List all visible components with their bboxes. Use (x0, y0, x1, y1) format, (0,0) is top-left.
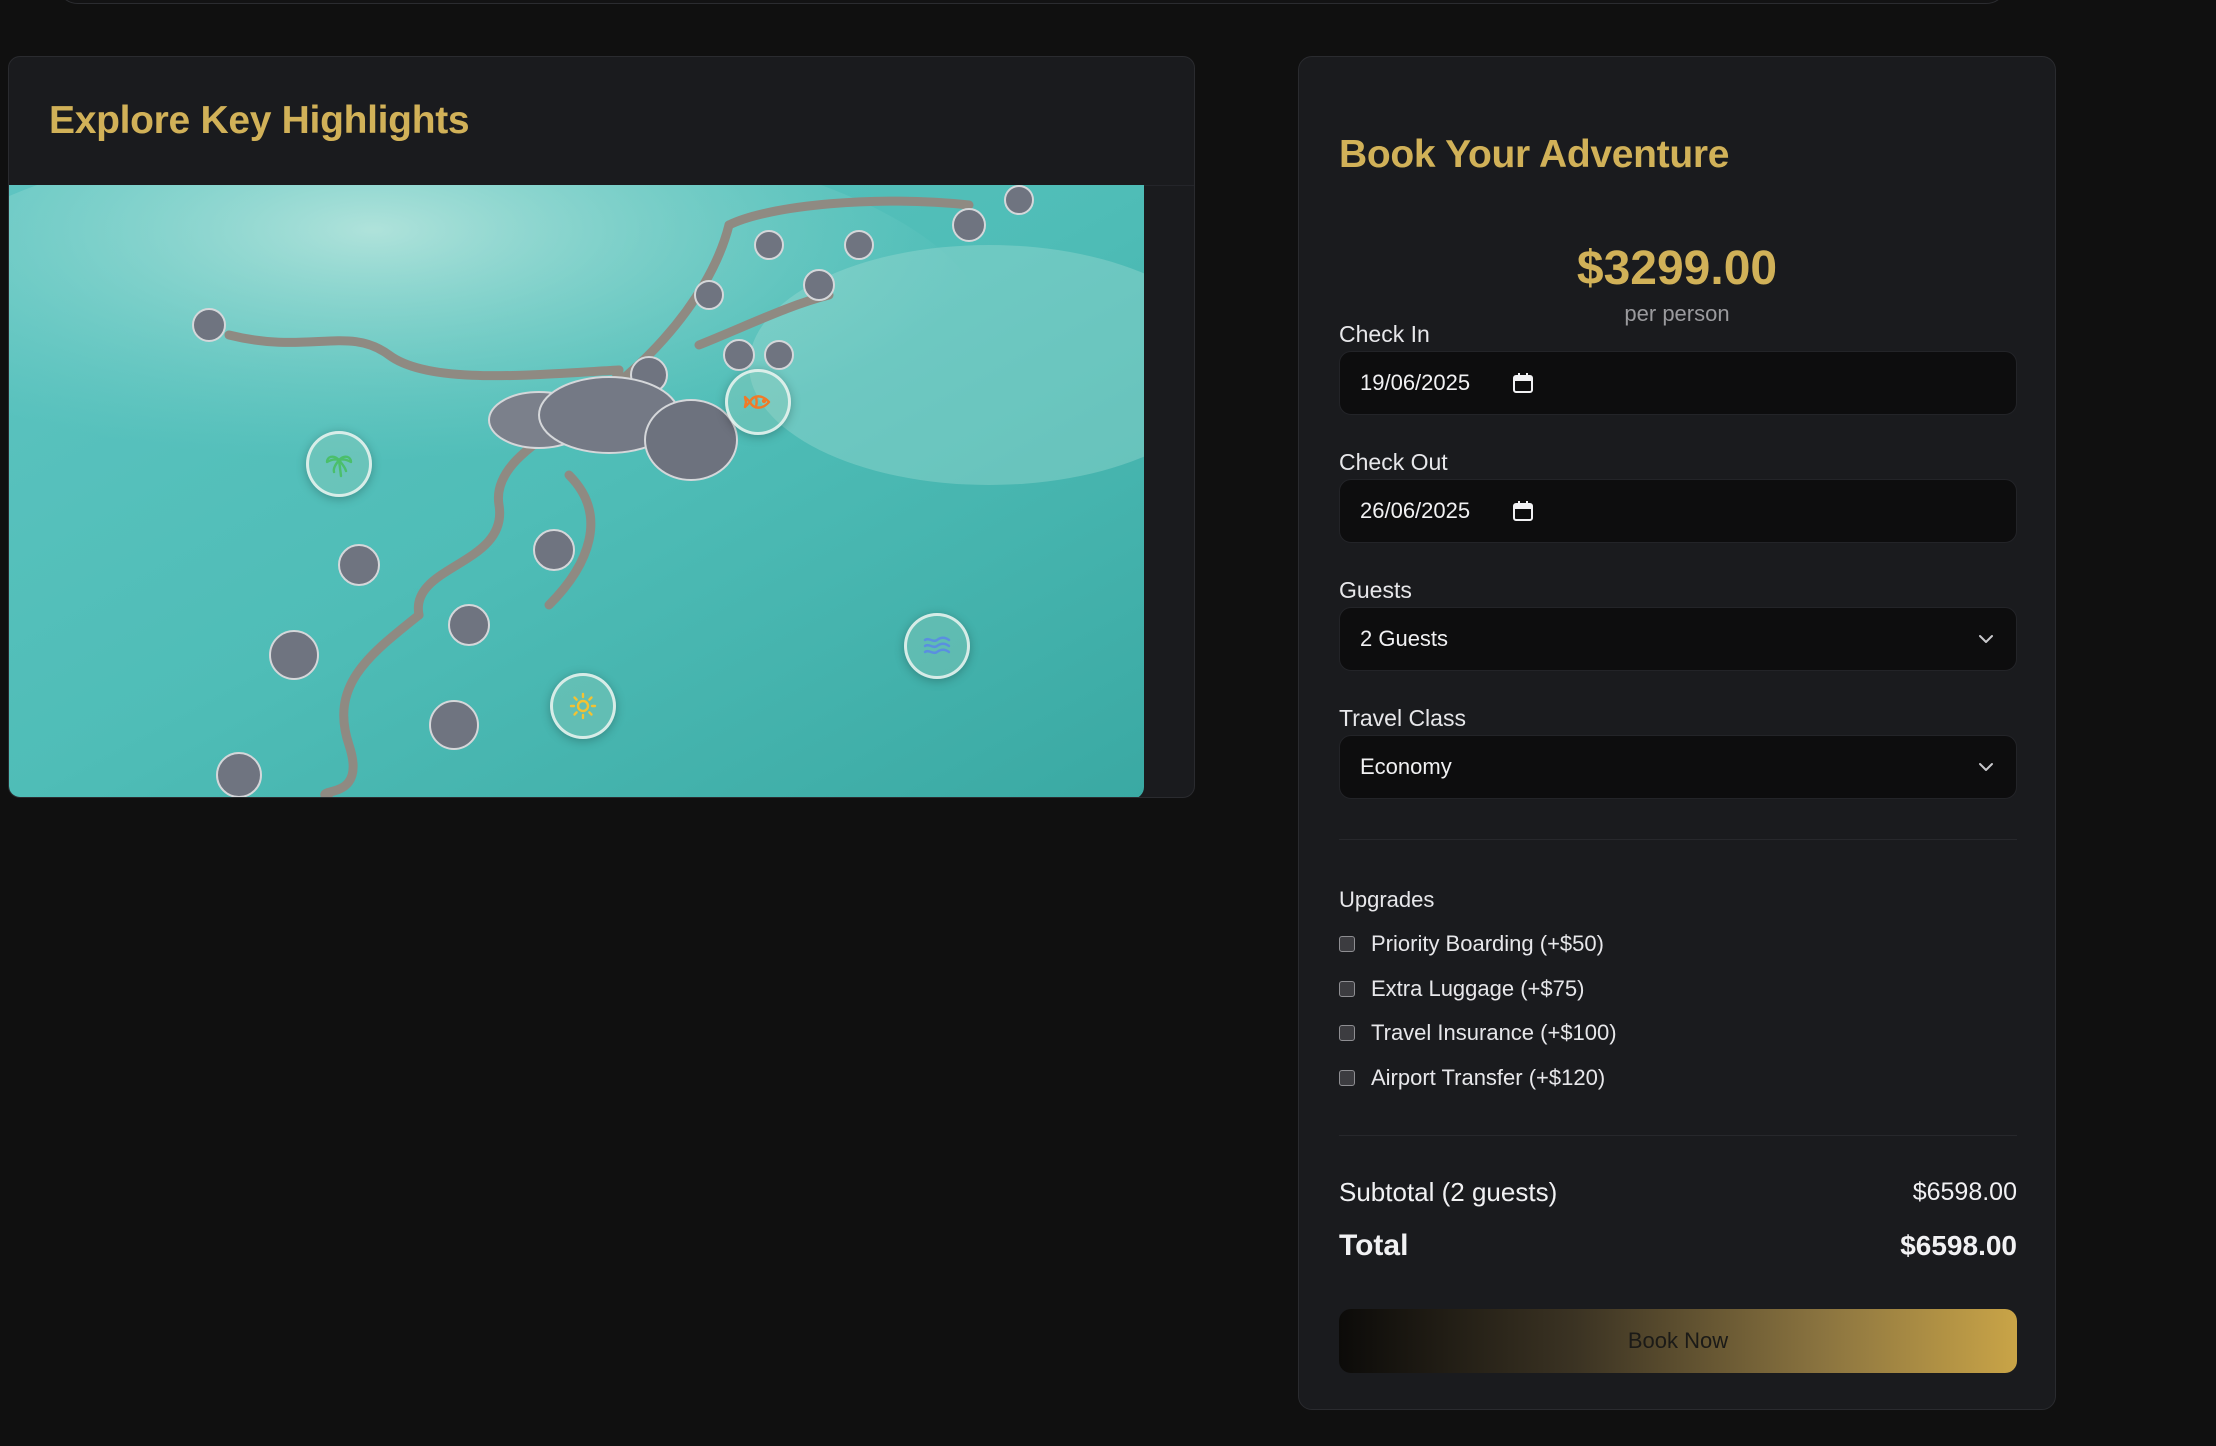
checkbox[interactable] (1339, 1025, 1355, 1041)
upgrade-extra-luggage[interactable]: Extra Luggage (+$75) (1339, 976, 1584, 1002)
top-search-bar[interactable] (56, 0, 2008, 4)
calendar-icon[interactable] (1512, 500, 1534, 522)
highlights-title: Explore Key Highlights (49, 99, 470, 142)
checkbox[interactable] (1339, 936, 1355, 952)
check-in-date-input[interactable]: 19/06/2025 (1339, 351, 2017, 415)
checkbox[interactable] (1339, 1070, 1355, 1086)
check-out-label: Check Out (1339, 449, 1448, 475)
waves-icon (923, 636, 951, 655)
sun-icon (569, 692, 597, 720)
upgrade-label: Extra Luggage (+$75) (1371, 976, 1585, 1001)
upgrade-label: Travel Insurance (+$100) (1371, 1020, 1617, 1045)
upgrades-label: Upgrades (1339, 887, 1435, 912)
total-row: Total $6598.00 (1339, 1229, 2017, 1263)
travel-class-select[interactable]: Economy (1339, 735, 2017, 799)
resort-aerial-image (9, 185, 1144, 797)
upgrade-label: Airport Transfer (+$120) (1371, 1065, 1606, 1090)
upgrade-priority-boarding[interactable]: Priority Boarding (+$50) (1339, 931, 1604, 957)
upgrade-travel-insurance[interactable]: Travel Insurance (+$100) (1339, 1020, 1617, 1046)
subtotal-row: Subtotal (2 guests) $6598.00 (1339, 1177, 2017, 1208)
guests-select[interactable]: 2 Guests (1339, 607, 2017, 671)
fish-hotspot[interactable] (725, 369, 791, 435)
check-out-value: 26/06/2025 (1360, 498, 1471, 523)
highlights-header: Explore Key Highlights (9, 57, 1194, 186)
check-in-label: Check In (1339, 321, 1430, 347)
travel-class-value: Economy (1360, 754, 1452, 779)
checkbox[interactable] (1339, 981, 1355, 997)
price-value: $3299.00 (1576, 242, 1778, 295)
check-out-date-input[interactable]: 26/06/2025 (1339, 479, 2017, 543)
book-now-button[interactable]: Book Now (1339, 1309, 2017, 1373)
total-value: $6598.00 (1900, 1230, 2017, 1261)
waves-hotspot[interactable] (904, 613, 970, 679)
travel-class-label: Travel Class (1339, 705, 1466, 731)
guests-value: 2 Guests (1360, 626, 1449, 651)
palm-tree-icon (325, 455, 353, 478)
total-label: Total (1339, 1229, 1409, 1262)
check-in-value: 19/06/2025 (1360, 370, 1471, 395)
highlights-card: Explore Key Highlights (8, 56, 1195, 798)
upgrade-airport-transfer[interactable]: Airport Transfer (+$120) (1339, 1065, 1605, 1091)
divider (1339, 1135, 2017, 1136)
fish-icon (743, 395, 771, 409)
upgrade-label: Priority Boarding (+$50) (1371, 931, 1604, 956)
calendar-icon[interactable] (1512, 372, 1534, 394)
subtotal-value: $6598.00 (1912, 1178, 2017, 1206)
guests-label: Guests (1339, 577, 1412, 603)
chevron-down-icon (1976, 629, 1996, 649)
sun-hotspot[interactable] (550, 673, 616, 739)
divider (1339, 839, 2017, 840)
booking-title: Book Your Adventure (1339, 133, 1730, 176)
subtotal-label: Subtotal (2 guests) (1339, 1177, 1558, 1207)
booking-card: Book Your Adventure $3299.00 per person … (1298, 56, 2056, 1410)
palm-tree-hotspot[interactable] (306, 431, 372, 497)
chevron-down-icon (1976, 757, 1996, 777)
